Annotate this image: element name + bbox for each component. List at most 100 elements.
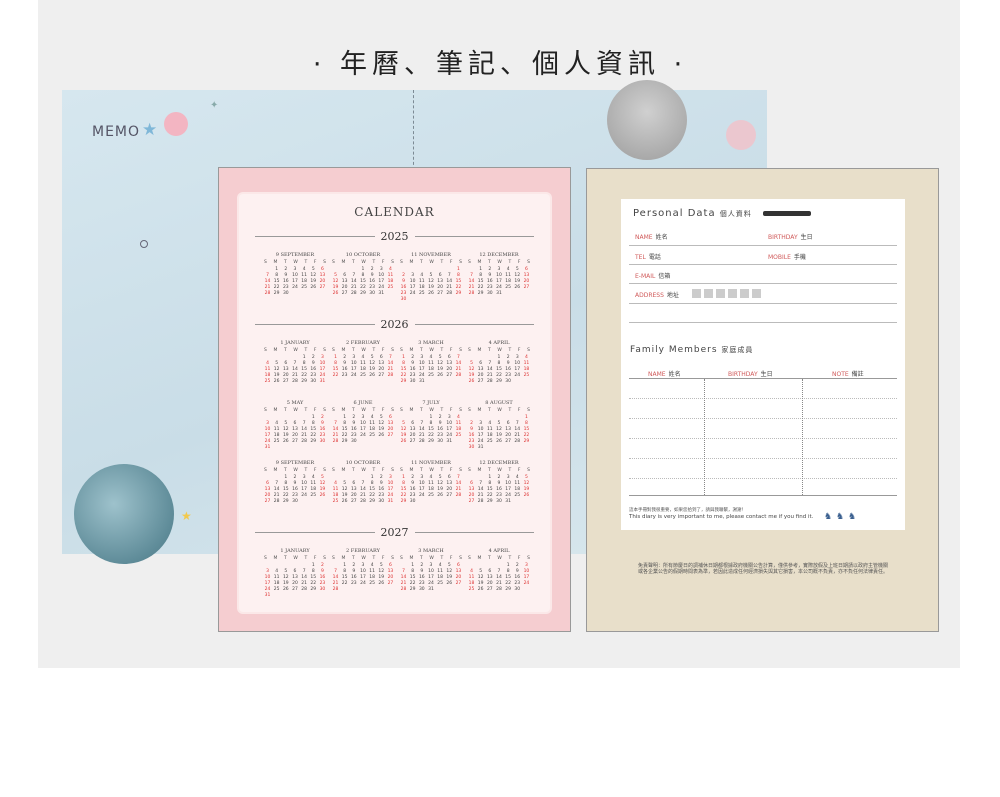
disclaimer-text: 免責聲明：所有節慶日的調補休日期都根據政府機關公告計算，僅供參考，實際放假及上班…	[638, 563, 889, 575]
lost-notice-zh: 這本手冊對我很重要，如果您拾到了，請與我聯繫，謝謝！	[629, 508, 746, 513]
week-row: 12345	[284, 475, 324, 480]
star-icon: ★	[181, 509, 192, 523]
week-row: 25 26 27 28 29 30 31	[332, 499, 394, 504]
family-members-title-en: Family Members	[630, 345, 718, 355]
pink-dot-decoration	[164, 112, 188, 136]
week-row: 4 5 6 7 8 9 10	[334, 481, 394, 486]
week-row: 28 29 30	[332, 439, 357, 444]
month-calendar: 11 NOVEMBER S M T W T F S 1 2 3 4 5 6 7 8 9 10 11 12 13 14 15 1…	[400, 460, 462, 505]
form-row	[629, 245, 897, 246]
month-calendar: 11 NOVEMBER S M T W T F S 1 2 3 4 5 6 7 8 9 10 11 12 13 14 15 1…	[400, 252, 462, 303]
weekday-header: SMTWTFS	[468, 348, 530, 353]
week-row: 5 6 7 8 9 10 11	[470, 361, 530, 366]
week-row: 3456789	[266, 421, 324, 426]
week-row: 4 5 6 7 8 9 10	[470, 569, 530, 574]
deer-icon: ♞	[836, 512, 845, 522]
weekday-header: SMTWTFS	[264, 408, 326, 413]
small-planet-icon	[140, 240, 148, 248]
month-name: 7 JULY	[422, 400, 440, 406]
week-row: 1	[525, 415, 528, 420]
week-row: 12 13 14 15 16 17 18	[332, 279, 394, 284]
week-row: 13 14 15 16 17 18 19	[468, 487, 530, 492]
week-row: 7 8 9 10 11 12 13	[402, 569, 462, 574]
month-calendar: 12 DECEMBER S M T W T F S 1 2 3 4 5 6 7 8 9 10 11 12 13 14 15 1…	[468, 252, 530, 297]
week-row: 26 27 28 29 30	[468, 379, 511, 384]
family-birthday-column: BIRTHDAY 生日	[728, 371, 773, 378]
constellation-icon: ✦	[210, 100, 219, 111]
week-row: 19 20 21 22 23 24 25	[468, 373, 530, 378]
week-row: 31	[264, 445, 271, 450]
week-row: 1234	[429, 415, 460, 420]
postcode-box	[740, 289, 749, 298]
month-calendar: 1 JANUARY S M T W T F S 1 2 3 4 5 6 7 8 9 10 11 12 13 14 15 16 1…	[264, 340, 326, 385]
weekday-header: SMTWTFS	[468, 468, 530, 473]
week-row: 21 22 23 24 25 26 27	[332, 433, 394, 438]
weekday-header: SMTWTFS	[400, 556, 462, 561]
form-row	[629, 283, 897, 284]
year-heading: 2025	[255, 230, 534, 243]
birthday-field-label: BIRTHDAY 生日	[768, 234, 813, 241]
page-fold-line	[413, 90, 414, 170]
month-calendar: 5 MAY S M T W T F S 1 2 3 4 5 6 7 8 9 10 11 12 13 14 15 16 17 18 1…	[264, 400, 326, 451]
weekday-header: SMTWTFS	[332, 468, 394, 473]
month-calendar: 10 OCTOBER S M T W T F S 1 2 3 4 5 6 7 8 9 10 11 12 13 14 15 16…	[332, 460, 394, 505]
month-calendar: 2 FEBRUARY S M T W T F S 1 2 3 4 5 6 7 8 9 10 11 12 13 14 15 16…	[332, 548, 394, 593]
week-row: 10 11 12 13 14 15 16	[264, 575, 326, 580]
family-members-table	[629, 378, 897, 496]
week-row: 24 25 26 27 28 29 30	[264, 587, 326, 592]
week-row: 15 16 17 18 19 20 21	[332, 367, 394, 372]
month-calendar: 1 JANUARY S M T W T F S 1 2 3 4 5 6 7 8 9 10 11 12 13 14 15 16 1…	[264, 548, 326, 599]
month-name: 12 DECEMBER	[479, 460, 519, 466]
week-row: 123	[370, 475, 392, 480]
week-row: 18 19 20 21 22 23 24	[332, 493, 394, 498]
mobile-field-label: MOBILE 手機	[768, 254, 806, 261]
week-row: 11 12 13 14 15 16 17	[264, 367, 326, 372]
postcode-box	[704, 289, 713, 298]
week-row: 21 22 23 24 25 26 27	[400, 581, 462, 586]
month-name: 1 JANUARY	[280, 548, 310, 554]
week-row: 1234	[497, 355, 528, 360]
week-row: 22 23 24 25 26 27 28	[332, 373, 394, 378]
week-row: 1234567	[334, 355, 392, 360]
week-row: 22 23 24 25 26 27 28	[400, 373, 462, 378]
personal-data-title-zh: 個人資料	[719, 210, 752, 218]
address-field-label: ADDRESS 地址	[635, 292, 679, 299]
week-row: 11 12 13 14 15 16 17	[468, 575, 530, 580]
week-row: 26 27 28 29 30 31	[400, 439, 453, 444]
month-name: 6 JUNE	[353, 400, 373, 406]
year-heading: 2026	[255, 318, 534, 331]
week-row: 1234567	[402, 355, 460, 360]
week-row: 2345678	[470, 421, 528, 426]
week-row: 12 13 14 15 16 17 18	[400, 427, 462, 432]
calendar-title: CALENDAR	[354, 205, 435, 219]
month-name: 9 SEPTEMBER	[275, 252, 315, 258]
week-row: 11 12 13 14 15 16 17	[332, 487, 394, 492]
week-row: 5 6 7 8 9 10 11	[402, 421, 462, 426]
week-row: 14 15 16 17 18 19 20	[332, 427, 394, 432]
week-row: 28 29 30 31	[400, 587, 434, 592]
week-row: 23 24 25 26 27 28 29	[400, 291, 462, 296]
week-row: 12	[311, 563, 324, 568]
week-row: 30 31	[468, 445, 484, 450]
week-row: 20 21 22 23 24 25 26	[468, 493, 530, 498]
month-calendar: 12 DECEMBER S M T W T F S 1 2 3 4 5 6 7 8 9 10 11 12 13 14 15 1…	[468, 460, 530, 505]
week-row: 123456	[411, 563, 460, 568]
week-row: 12 13 14 15 16 17 18	[468, 367, 530, 372]
week-row: 28 29 30 31	[468, 291, 502, 296]
week-row: 8 9 10 11 12 13 14	[402, 361, 462, 366]
week-row: 123456	[343, 563, 392, 568]
weekday-header: SMTWTFS	[400, 348, 462, 353]
form-row	[629, 303, 897, 304]
month-name: 10 OCTOBER	[345, 460, 381, 466]
week-row: 29 30 31	[400, 379, 425, 384]
weekday-header: SMTWTFS	[400, 468, 462, 473]
email-field-label: E-MAIL 信箱	[635, 273, 671, 280]
week-row: 14 15 16 17 18 19 20	[468, 279, 530, 284]
weekday-header: SMTWTFS	[468, 260, 530, 265]
weekday-header: SMTWTFS	[264, 260, 326, 265]
form-row	[629, 264, 897, 265]
month-calendar: 4 APRIL S M T W T F S 1 2 3 4 5 6 7 8 9 10 11 12 13 14 15 16 17 1…	[468, 340, 530, 385]
pen-icon	[763, 211, 811, 216]
star-icon: ★	[142, 120, 158, 140]
week-row: 19 20 21 22 23 24 25	[400, 433, 462, 438]
